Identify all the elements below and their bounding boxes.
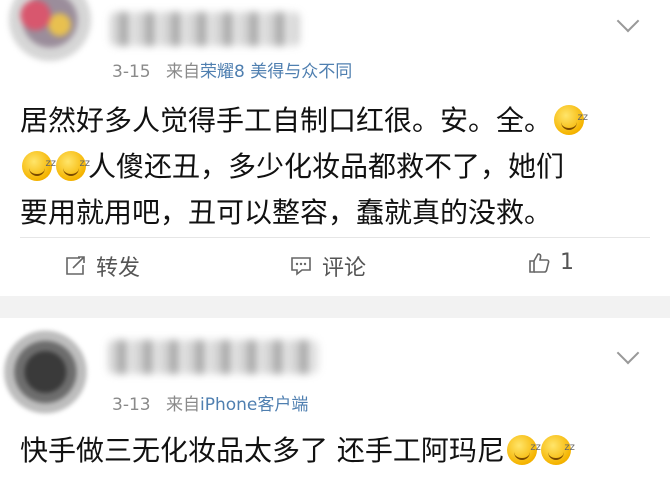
chevron-down-icon[interactable] xyxy=(616,9,640,33)
post-meta: 3-15 来自荣耀8 美得与众不同 xyxy=(112,57,352,82)
like-count: 1 xyxy=(560,250,574,275)
thumbs-up-icon xyxy=(528,252,550,274)
source-prefix: 来自 xyxy=(166,62,200,82)
content-line: 居然好多人觉得手工自制口红很。安。全。 xyxy=(20,104,553,137)
action-bar: 转发 评论 1 xyxy=(0,238,670,296)
like-button[interactable]: 1 xyxy=(528,250,574,275)
comment-icon xyxy=(290,255,312,277)
avatar[interactable] xyxy=(4,326,96,418)
sleepy-grin-emoji-icon xyxy=(56,141,90,187)
source-prefix: 来自 xyxy=(166,395,200,415)
avatar[interactable] xyxy=(2,0,98,68)
sleepy-grin-emoji-icon xyxy=(22,141,56,187)
post-meta: 3-13 来自iPhone客户端 xyxy=(112,390,308,415)
sleepy-grin-emoji-icon xyxy=(554,95,588,141)
feed-separator xyxy=(0,296,670,318)
repost-icon xyxy=(64,255,86,277)
post-content: 快手做三无化妆品太多了 还手工阿玛尼 xyxy=(20,425,575,474)
username-redacted[interactable] xyxy=(108,340,318,374)
comment-button[interactable]: 评论 xyxy=(290,250,366,282)
post-date: 3-13 xyxy=(112,395,151,415)
comment-label: 评论 xyxy=(322,256,367,281)
post-date: 3-15 xyxy=(112,62,151,82)
source-link[interactable]: iPhone客户端 xyxy=(200,395,308,415)
content-line: 快手做三无化妆品太多了 还手工阿玛尼 xyxy=(20,434,505,467)
content-line: 人傻还丑，多少化妆品都救不了，她们 xyxy=(88,150,565,183)
source-link[interactable]: 荣耀8 美得与众不同 xyxy=(200,62,352,82)
repost-button[interactable]: 转发 xyxy=(64,250,140,282)
post-content: 居然好多人觉得手工自制口红很。安。全。 人傻还丑，多少化妆品都救不了，她们 要用… xyxy=(20,95,660,236)
repost-label: 转发 xyxy=(96,256,141,281)
sleepy-grin-emoji-icon xyxy=(540,425,575,471)
content-line: 要用就用吧，丑可以整容，蠢就真的没救。 xyxy=(20,196,553,229)
sleepy-grin-emoji-icon xyxy=(506,425,541,471)
post-card: 3-15 来自荣耀8 美得与众不同 居然好多人觉得手工自制口红很。安。全。 人傻… xyxy=(0,0,670,296)
username-redacted[interactable] xyxy=(110,12,300,46)
